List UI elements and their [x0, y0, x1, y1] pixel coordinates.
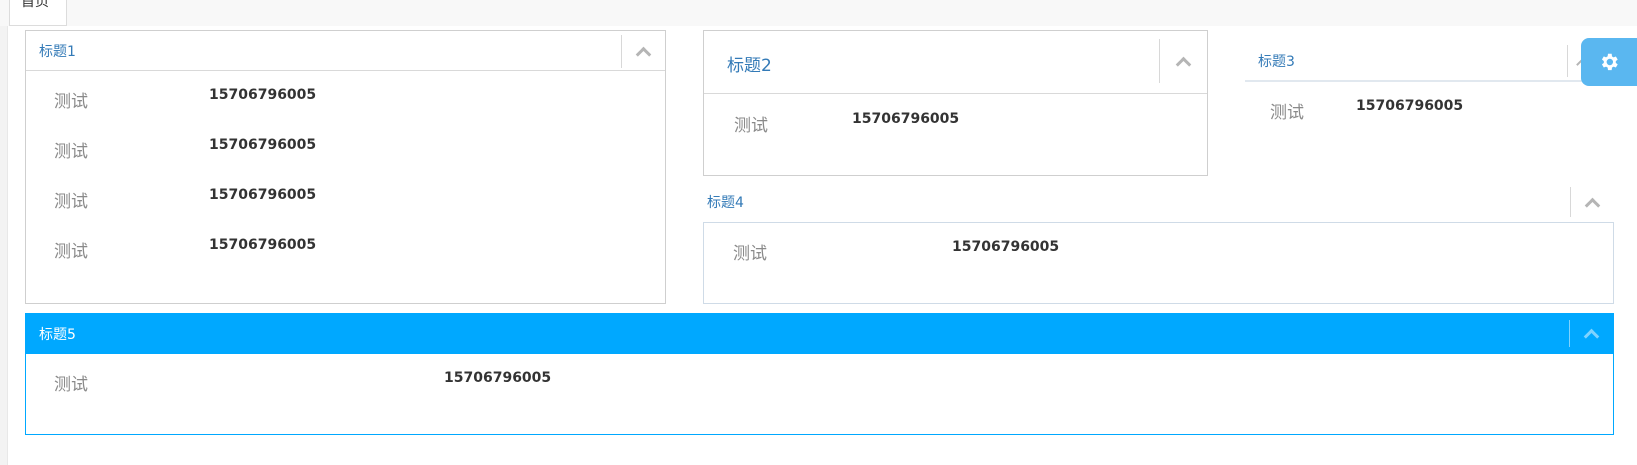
tab-bar: 首页: [0, 0, 1637, 26]
panel-3-header: 标题3: [1245, 40, 1605, 82]
panel-1-row-3-value: 15706796005: [209, 187, 317, 203]
panel-4-row-1-label: 测试: [733, 244, 767, 264]
panel-4-row-1-value: 15706796005: [952, 239, 1060, 255]
panel-3-title: 标题3: [1258, 54, 1295, 70]
panel-1-row-2-value: 15706796005: [209, 137, 317, 153]
panel-1-row-4-label: 测试: [54, 242, 88, 262]
panel-4-header: 标题4: [703, 186, 1614, 223]
panel-1-title: 标题1: [39, 44, 76, 60]
panel-5-row-1-value: 15706796005: [444, 370, 552, 386]
left-rail: [0, 26, 8, 465]
panel-2-row-1-value: 15706796005: [852, 111, 960, 127]
panel-3-row-1-value: 15706796005: [1356, 98, 1464, 114]
chevron-up-icon: [1584, 197, 1601, 213]
chevron-up-icon: [1583, 328, 1600, 345]
panel-1-header: 标题1: [26, 31, 665, 71]
panel-5-title: 标题5: [39, 327, 76, 343]
panel-3-row-1-label: 测试: [1270, 103, 1304, 123]
dashboard-page: 首页 标题1 测试 15706796005 测试 15706796005 测试 …: [0, 0, 1637, 465]
chevron-up-icon: [1175, 56, 1192, 72]
tab-home[interactable]: 首页: [9, 0, 67, 26]
panel-5-collapse-button[interactable]: [1569, 320, 1613, 347]
panel-1-collapse-button[interactable]: [621, 35, 665, 68]
panel-4-title: 标题4: [707, 195, 744, 211]
tab-home-label: 首页: [21, 0, 49, 10]
panel-3: 标题3 测试 15706796005: [1245, 40, 1605, 150]
panel-2-header: 标题2: [704, 31, 1207, 94]
panel-2-row-1-label: 测试: [734, 116, 768, 136]
gear-icon: [1601, 53, 1618, 71]
panel-1-row-2-label: 测试: [54, 142, 88, 162]
panel-1-row-4-value: 15706796005: [209, 237, 317, 253]
panel-4-body: 测试 15706796005: [703, 222, 1614, 304]
settings-button[interactable]: [1581, 38, 1637, 86]
panel-2-collapse-button[interactable]: [1159, 39, 1207, 83]
panel-4: 标题4 测试 15706796005: [703, 186, 1614, 304]
panel-1-row-1-label: 测试: [54, 92, 88, 112]
panel-2-title: 标题2: [727, 56, 772, 76]
panel-4-collapse-button[interactable]: [1570, 187, 1614, 217]
panel-1-row-1-value: 15706796005: [209, 87, 317, 103]
panel-5-header: 标题5: [26, 314, 1613, 354]
panel-1-row-3-label: 测试: [54, 192, 88, 212]
panel-2: 标题2 测试 15706796005: [703, 30, 1208, 176]
panel-5: 标题5 测试 15706796005: [25, 313, 1614, 435]
panel-5-row-1-label: 测试: [54, 375, 88, 395]
panel-1: 标题1 测试 15706796005 测试 15706796005 测试 157…: [25, 30, 666, 304]
chevron-up-icon: [635, 46, 652, 63]
